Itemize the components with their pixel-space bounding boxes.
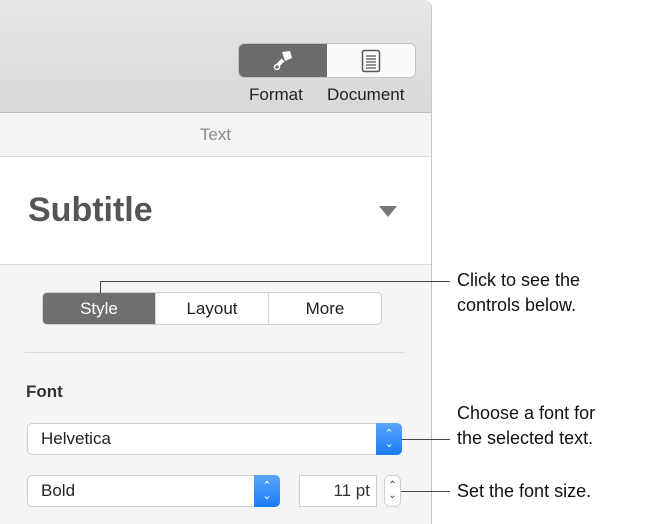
callout-line [402,439,450,440]
paintbrush-icon [273,50,292,70]
document-button[interactable] [327,44,415,77]
document-label: Document [327,85,405,104]
format-inspector: Format Document Text Subtitle Style Layo… [0,0,432,524]
inspector-switcher [238,43,416,78]
callout-text: the selected text. [457,428,594,448]
callout-line [100,281,450,282]
paragraph-style-picker[interactable]: Subtitle [0,157,431,265]
font-size-stepper[interactable]: ⌃ ⌄ [384,475,401,507]
format-button[interactable] [239,44,327,77]
callout-line [401,491,450,492]
callout-text: controls below. [457,295,577,315]
document-icon [361,49,381,72]
chevron-down-icon[interactable] [379,206,397,217]
format-label: Format [249,85,303,104]
callout-tabs: Click to see the controls below. [457,268,580,318]
callout-size: Set the font size. [457,481,592,501]
updown-chevron-icon: ⌃ ⌄ [254,475,280,507]
callout-font: Choose a font for the selected text. [457,401,595,451]
toolbar: Format Document [0,0,431,113]
callout-line [100,281,101,293]
section-header: Text [0,113,431,157]
callout-text: Choose a font for [457,403,596,423]
font-family-popup[interactable]: Helvetica ⌃ ⌄ [27,423,402,455]
font-family-value: Helvetica [41,429,111,448]
tab-layout[interactable]: Layout [155,293,268,324]
paragraph-style-name: Subtitle [28,191,153,229]
typeface-popup[interactable]: Bold ⌃ ⌄ [27,475,280,507]
font-label: Font [26,382,63,401]
typeface-value: Bold [41,481,76,500]
tab-style[interactable]: Style [43,293,155,324]
divider [25,352,405,353]
tab-more[interactable]: More [268,293,381,324]
font-size-input[interactable]: 11 pt [299,475,377,507]
tab-bar: Style Layout More [42,292,382,325]
updown-chevron-icon: ⌃ ⌄ [376,423,402,455]
callout-text: Click to see the [457,270,581,290]
